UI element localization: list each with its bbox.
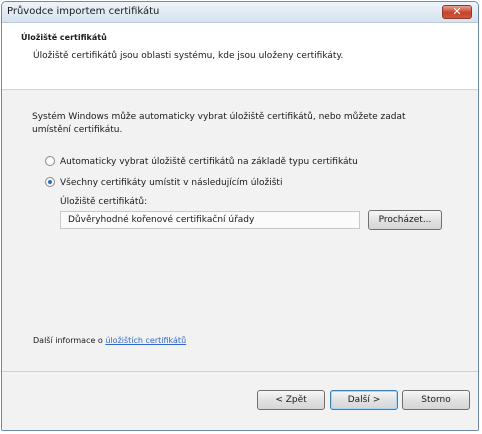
wizard-footer: < Zpět Další > Storno: [2, 371, 478, 430]
more-info-link[interactable]: úložištích certifikátů: [105, 336, 186, 345]
radio-button-checked[interactable]: [45, 177, 55, 187]
page-description: Úložiště certifikátů jsou oblasti systém…: [33, 51, 344, 61]
radio-button-unchecked[interactable]: [45, 156, 55, 166]
cancel-button[interactable]: Storno: [402, 390, 470, 410]
wizard-window: Průvodce importem certifikátu ✕ Úložiště…: [1, 1, 479, 431]
radio-auto-select[interactable]: Automaticky vybrat úložiště certifikátů …: [45, 156, 358, 167]
wizard-content: Systém Windows může automaticky vybrat ú…: [2, 90, 478, 372]
title-bar: Průvodce importem certifikátu ✕: [2, 2, 478, 23]
back-button[interactable]: < Zpět: [257, 390, 325, 410]
radio-place-in-store[interactable]: Všechny certifikáty umístit v následujíc…: [45, 177, 282, 188]
next-button[interactable]: Další >: [330, 390, 398, 410]
certificate-store-field: Důvěryhodné kořenové certifikační úřady: [60, 211, 360, 229]
wizard-header: Úložiště certifikátů Úložiště certifikát…: [2, 23, 478, 90]
browse-button[interactable]: Procházet...: [368, 210, 442, 230]
intro-text: Systém Windows může automaticky vybrat ú…: [32, 112, 406, 135]
store-label: Úložiště certifikátů:: [60, 197, 148, 207]
radio-auto-select-label: Automaticky vybrat úložiště certifikátů …: [60, 157, 358, 167]
more-info: Další informace o úložištích certifikátů: [33, 336, 186, 345]
more-info-prefix: Další informace o: [33, 336, 106, 345]
radio-place-in-store-label: Všechny certifikáty umístit v následujíc…: [60, 178, 283, 188]
window-title: Průvodce importem certifikátu: [7, 6, 160, 17]
close-icon: ✕: [452, 5, 462, 18]
close-button[interactable]: ✕: [442, 5, 472, 19]
page-title: Úložiště certifikátů: [21, 33, 107, 42]
